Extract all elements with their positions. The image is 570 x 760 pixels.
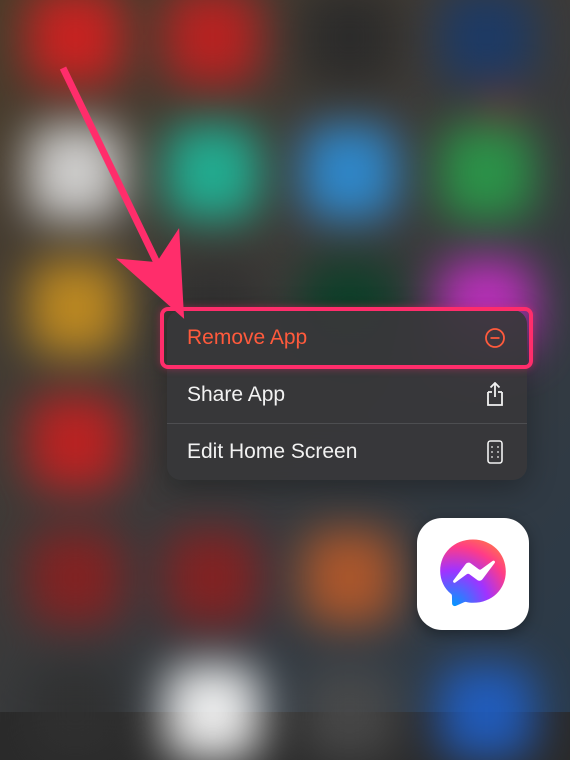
menu-item-edit-home-screen[interactable]: Edit Home Screen (167, 423, 527, 480)
messenger-app-icon[interactable] (417, 518, 529, 630)
messenger-logo-icon (432, 533, 514, 615)
menu-label: Edit Home Screen (187, 440, 357, 464)
menu-item-remove-app[interactable]: Remove App (167, 310, 527, 366)
app-context-menu: Remove App Share App Edit Home Screen (167, 310, 527, 480)
menu-item-share-app[interactable]: Share App (167, 366, 527, 423)
share-icon (483, 383, 507, 407)
menu-label: Remove App (187, 326, 307, 350)
remove-icon (483, 326, 507, 350)
menu-label: Share App (187, 383, 285, 407)
edit-home-icon (483, 440, 507, 464)
